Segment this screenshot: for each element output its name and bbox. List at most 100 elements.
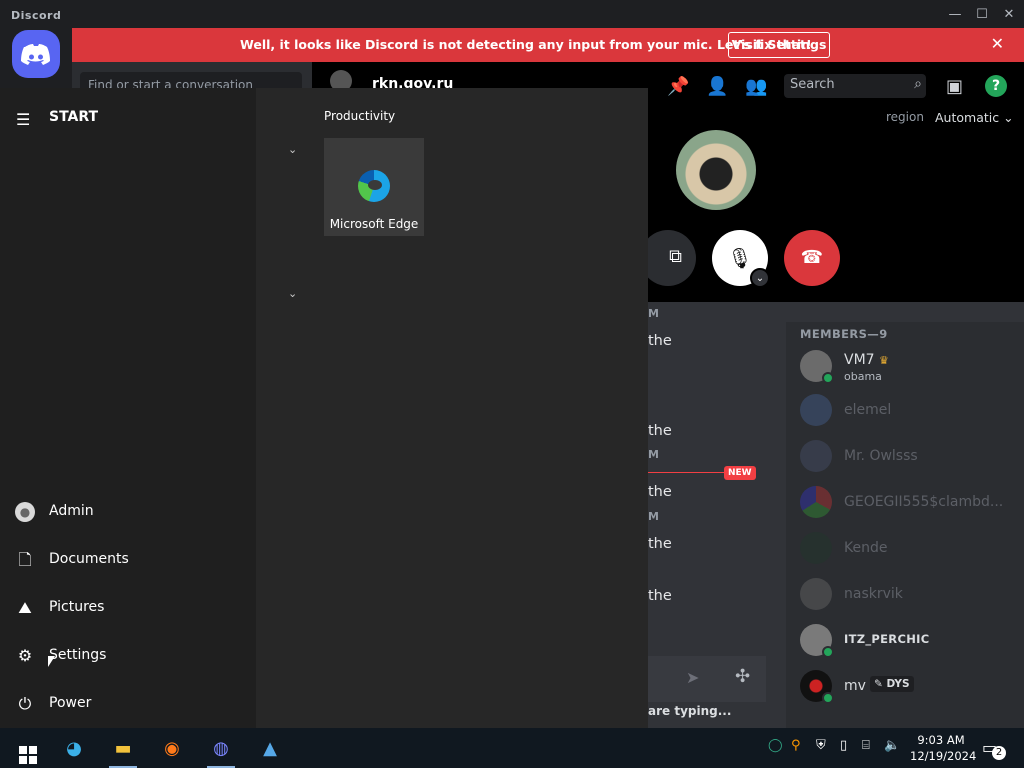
region-label: region xyxy=(886,110,924,124)
help-icon[interactable]: ? xyxy=(985,75,1007,97)
online-status xyxy=(822,646,834,658)
discord-icon: ◍ xyxy=(213,738,229,759)
message-text: the xyxy=(648,333,672,349)
member-item[interactable]: elemel xyxy=(800,390,1020,430)
new-messages-divider xyxy=(648,472,724,473)
member-name: elemel xyxy=(844,402,892,418)
message-timestamp: M xyxy=(648,510,659,523)
pin-icon[interactable]: 📌 xyxy=(667,76,689,97)
header-search-placeholder: Search xyxy=(790,77,835,92)
notification-center-button[interactable]: ▭ 2 xyxy=(982,738,1006,760)
start-button[interactable] xyxy=(4,734,44,764)
member-item[interactable]: GEOEGII555$clambd... xyxy=(800,482,1020,522)
mute-button[interactable]: 🎙 ⌄ xyxy=(712,230,770,288)
avatar xyxy=(800,578,832,610)
online-status xyxy=(822,692,834,704)
avatar xyxy=(800,440,832,472)
member-item[interactable]: Kende xyxy=(800,528,1020,568)
start-menu-apps-panel xyxy=(256,88,648,728)
close-notice-icon[interactable]: ✕ xyxy=(991,34,1004,53)
photos-icon: ▲ xyxy=(263,738,277,759)
taskbar-clock[interactable]: 9:03 AM 12/19/2024 xyxy=(910,732,977,764)
member-name: VM7 ♛ xyxy=(844,352,889,368)
network-icon[interactable]: ⌸ xyxy=(862,738,870,753)
volume-muted-icon[interactable]: 🔈 xyxy=(884,738,900,753)
member-name: Mr. Owlsss xyxy=(844,448,918,464)
hang-up-icon: ☎ xyxy=(800,247,824,268)
apps-icon[interactable]: ✣ xyxy=(735,666,750,687)
avatar xyxy=(800,350,834,384)
online-status xyxy=(822,372,834,384)
tag-icon: ✎ xyxy=(874,678,883,690)
document-icon: 🗋 xyxy=(18,550,32,569)
chevron-down-icon[interactable]: ⌄ xyxy=(288,287,297,300)
discord-home-button[interactable] xyxy=(12,30,60,78)
gear-icon: ⚙ xyxy=(17,646,33,665)
avatar xyxy=(800,532,832,564)
member-item[interactable]: VM7 ♛ obama xyxy=(800,346,1020,386)
edge-taskbar-button[interactable]: ◕ xyxy=(54,734,94,764)
security-icon[interactable]: ⛨ xyxy=(816,738,826,753)
maximize-icon[interactable]: ☐ xyxy=(973,6,991,24)
chevron-down-icon[interactable]: ⌄ xyxy=(288,143,297,156)
send-icon[interactable]: ➤ xyxy=(686,668,699,687)
header-search-input[interactable]: Search ⌕ xyxy=(784,74,926,98)
battery-icon[interactable]: ▯ xyxy=(840,738,847,753)
close-window-icon[interactable]: ✕ xyxy=(1000,6,1018,24)
disconnect-button[interactable]: ☎ xyxy=(784,230,840,286)
inbox-icon[interactable]: ▣ xyxy=(946,76,963,97)
message-text: the xyxy=(648,484,672,500)
avatar xyxy=(800,394,832,426)
edge-icon: ◕ xyxy=(66,738,82,759)
microsoft-edge-tile[interactable]: Microsoft Edge xyxy=(324,138,424,236)
edge-icon xyxy=(358,170,390,202)
chevron-down-icon[interactable]: ⌄ xyxy=(750,268,770,288)
start-item-admin[interactable]: ● Admin xyxy=(0,492,256,532)
member-status-text: obama xyxy=(844,370,882,383)
start-item-power[interactable]: ⏻ Power xyxy=(0,684,256,724)
message-text: the xyxy=(648,536,672,552)
region-select[interactable]: Automatic ⌄ xyxy=(935,110,1014,125)
file-explorer-taskbar-button[interactable]: ▬ xyxy=(103,734,143,768)
power-icon: ⏻ xyxy=(18,694,32,713)
pictures-icon: ⛰ xyxy=(18,598,32,617)
member-list-heading: MEMBERS—9 xyxy=(800,327,888,341)
start-item-settings[interactable]: ⚙ Settings xyxy=(0,636,256,676)
user-icon: ● xyxy=(15,502,35,522)
avatar xyxy=(800,670,834,704)
clock-time: 9:03 AM xyxy=(917,733,965,747)
visit-settings-button[interactable]: Visit Settings xyxy=(728,32,830,58)
start-item-label: Power xyxy=(49,695,92,711)
start-item-pictures[interactable]: ⛰ Pictures xyxy=(0,588,256,628)
hamburger-icon[interactable]: ☰ xyxy=(16,110,30,129)
network-status-icon[interactable]: ◯ xyxy=(768,738,783,753)
participant-avatar[interactable] xyxy=(676,130,756,210)
start-item-label: Pictures xyxy=(49,599,105,615)
photos-taskbar-button[interactable]: ▲ xyxy=(250,734,290,764)
clock-date: 12/19/2024 xyxy=(910,749,977,763)
start-item-documents[interactable]: 🗋 Documents xyxy=(0,540,256,580)
screen-share-button[interactable]: ⧉ xyxy=(640,230,696,286)
notice-message: Well, it looks like Discord is not detec… xyxy=(240,37,812,52)
discord-taskbar-button[interactable]: ◍ xyxy=(201,734,241,768)
notification-count: 2 xyxy=(992,746,1006,760)
mic-notice-banner: Well, it looks like Discord is not detec… xyxy=(72,28,1024,62)
add-friend-icon[interactable]: 👤 xyxy=(706,76,728,97)
microphone-icon: 🎙 xyxy=(727,246,753,270)
message-timestamp: M xyxy=(648,448,659,461)
member-item[interactable]: naskrvik xyxy=(800,574,1020,614)
member-item[interactable]: mv ✎ DYS xyxy=(800,666,1020,706)
members-icon[interactable]: 👥 xyxy=(745,76,767,97)
search-tray-icon[interactable]: ⚲ xyxy=(791,738,801,753)
member-item[interactable]: ITZ_PERCHIC xyxy=(800,620,1020,660)
minimize-icon[interactable]: — xyxy=(946,6,964,24)
crown-icon: ♛ xyxy=(879,354,889,367)
member-tag: ✎ DYS xyxy=(870,676,914,692)
firefox-taskbar-button[interactable]: ◉ xyxy=(152,734,192,764)
screen-share-icon: ⧉ xyxy=(669,246,682,267)
window-titlebar: Discord — ☐ ✕ xyxy=(0,0,1024,28)
member-name: Kende xyxy=(844,540,888,556)
member-name: mv xyxy=(844,678,866,694)
window-title: Discord xyxy=(11,9,62,22)
member-item[interactable]: Mr. Owlsss xyxy=(800,436,1020,476)
